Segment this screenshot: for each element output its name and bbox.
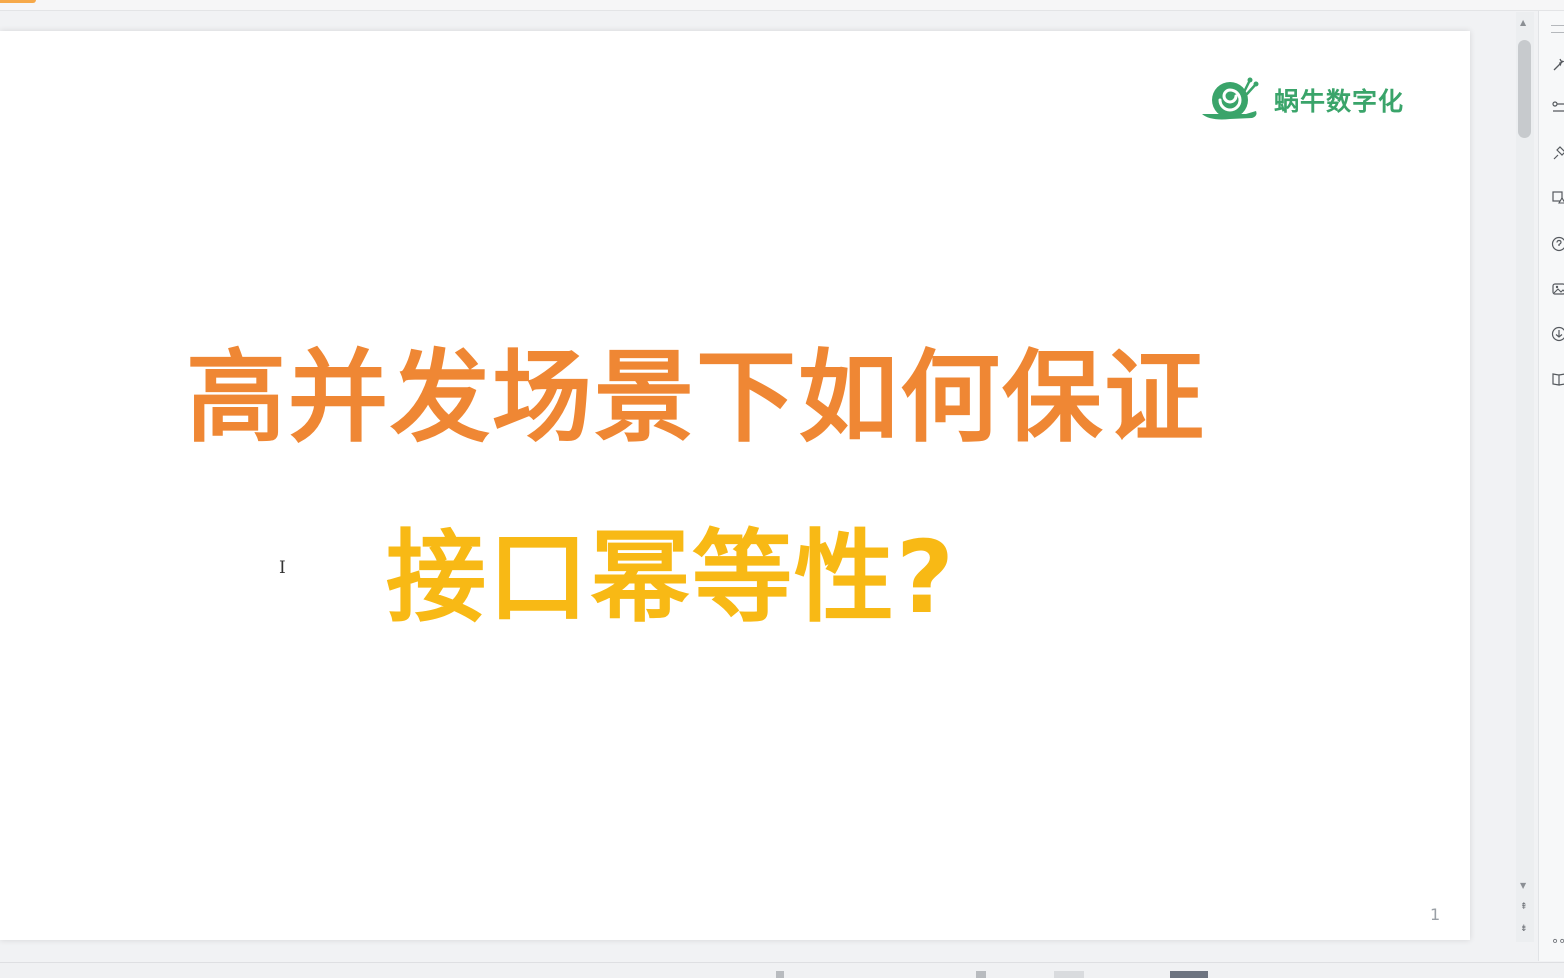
previous-page-icon[interactable]: ⇞ <box>1520 902 1528 912</box>
i-beam-cursor: I <box>279 558 286 578</box>
image-icon[interactable] <box>1551 281 1564 297</box>
slide-canvas[interactable]: 蜗牛数字化 高并发场景下如何保证 接口幂等性? 1 I <box>0 31 1470 940</box>
settings-sliders-icon[interactable] <box>1551 100 1564 116</box>
active-tab-accent <box>0 0 36 3</box>
slide-title-line-2[interactable]: 接口幂等性? <box>386 523 956 633</box>
vertical-scrollbar[interactable]: ▲ ▼ <box>1516 12 1534 942</box>
help-icon[interactable] <box>1551 236 1564 252</box>
scroll-up-arrow-icon[interactable]: ▲ <box>1520 18 1526 27</box>
logo-text: 蜗牛数字化 <box>1274 82 1404 118</box>
shapes-icon[interactable] <box>1551 190 1564 206</box>
next-page-icon[interactable]: ⇟ <box>1520 924 1528 934</box>
scroll-down-arrow-icon[interactable]: ▼ <box>1520 881 1526 890</box>
snail-logo-icon <box>1200 76 1260 124</box>
slide-title-line-1[interactable]: 高并发场景下如何保证 <box>186 343 1206 453</box>
pin-icon[interactable] <box>1551 145 1564 161</box>
slide-page-number: 1 <box>1430 905 1440 924</box>
magic-wand-icon[interactable] <box>1551 56 1564 72</box>
brand-logo: 蜗牛数字化 <box>1200 76 1404 124</box>
status-bar <box>0 962 1564 978</box>
panel-grip-icon[interactable] <box>1551 25 1564 33</box>
top-toolbar-edge <box>0 0 1564 11</box>
scrollbar-thumb[interactable] <box>1518 40 1531 138</box>
more-options-icon[interactable]: ∘∘ <box>1551 934 1564 949</box>
download-icon[interactable] <box>1551 326 1564 342</box>
book-icon[interactable] <box>1551 371 1564 387</box>
right-side-panel: ∘∘ <box>1538 11 1564 961</box>
